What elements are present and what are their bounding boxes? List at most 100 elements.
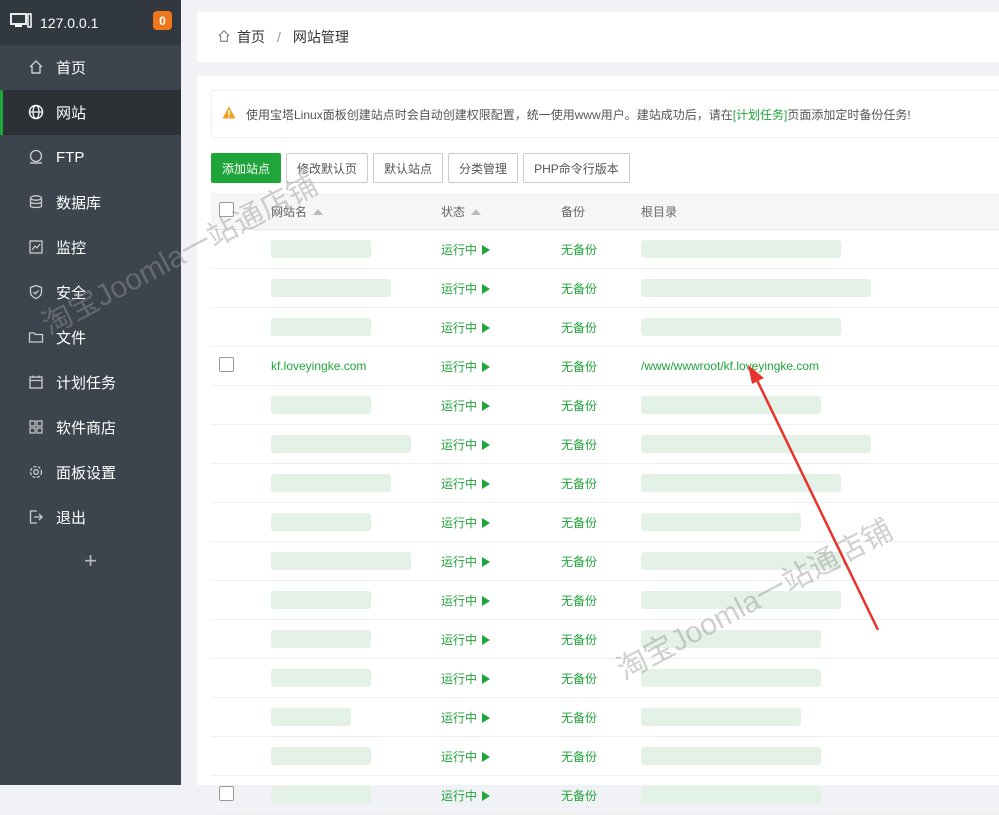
status-running[interactable]: 运行中 bbox=[441, 750, 477, 764]
sidebar-item-ftp[interactable]: FTP bbox=[0, 135, 181, 180]
home-icon bbox=[217, 29, 231, 46]
sidebar-item-monitor[interactable]: 监控 bbox=[0, 225, 181, 270]
status-running[interactable]: 运行中 bbox=[441, 633, 477, 647]
status-running[interactable]: 运行中 bbox=[441, 555, 477, 569]
redacted-root-path bbox=[641, 786, 821, 804]
table-row[interactable]: 运行中 无备份 bbox=[211, 619, 999, 659]
site-name-link[interactable]: kf.loveyingke.com bbox=[271, 359, 366, 373]
table-header: 网站名 状态 备份 根目录 bbox=[211, 193, 999, 230]
sidebar-header: 127.0.0.1 0 bbox=[0, 0, 181, 45]
table-row[interactable]: 运行中 无备份 bbox=[211, 736, 999, 776]
status-running[interactable]: 运行中 bbox=[441, 711, 477, 725]
redacted-root-path bbox=[641, 240, 841, 258]
backup-status[interactable]: 无备份 bbox=[561, 750, 597, 764]
backup-status[interactable]: 无备份 bbox=[561, 477, 597, 491]
backup-status[interactable]: 无备份 bbox=[561, 360, 597, 374]
redacted-root-path bbox=[641, 630, 821, 648]
sidebar-item-website[interactable]: 网站 bbox=[0, 90, 181, 135]
status-running[interactable]: 运行中 bbox=[441, 321, 477, 335]
status-running[interactable]: 运行中 bbox=[441, 438, 477, 452]
status-running[interactable]: 运行中 bbox=[441, 243, 477, 257]
play-icon bbox=[482, 791, 491, 802]
ftp-icon bbox=[28, 149, 46, 167]
backup-status[interactable]: 无备份 bbox=[561, 321, 597, 335]
table-row[interactable]: 运行中 无备份 bbox=[211, 385, 999, 425]
status-column-header[interactable]: 状态 bbox=[440, 193, 560, 230]
row-checkbox[interactable] bbox=[219, 786, 234, 801]
table-row[interactable]: 运行中 无备份 bbox=[211, 697, 999, 737]
table-row[interactable]: kf.loveyingke.com 运行中 无备份/www/wwwroot/kf.l… bbox=[211, 346, 999, 386]
sidebar-item-logout[interactable]: 退出 bbox=[0, 495, 181, 540]
notice-text: 使用宝塔Linux面板创建站点时会自动创建权限配置，统一使用www用户。建站成功… bbox=[246, 107, 733, 122]
backup-status[interactable]: 无备份 bbox=[561, 711, 597, 725]
play-icon bbox=[482, 401, 491, 412]
status-running[interactable]: 运行中 bbox=[441, 516, 477, 530]
warning-icon bbox=[222, 106, 236, 122]
table-row[interactable]: 运行中 无备份 bbox=[211, 463, 999, 503]
sidebar-item-home[interactable]: 首页 bbox=[0, 45, 181, 90]
sidebar-item-label: 网站 bbox=[56, 105, 87, 122]
sidebar-item-files[interactable]: 文件 bbox=[0, 315, 181, 360]
notice-bar: 使用宝塔Linux面板创建站点时会自动创建权限配置，统一使用www用户。建站成功… bbox=[211, 90, 999, 138]
status-running[interactable]: 运行中 bbox=[441, 282, 477, 296]
backup-status[interactable]: 无备份 bbox=[561, 516, 597, 530]
add-menu-button[interactable]: + bbox=[0, 548, 181, 574]
backup-status[interactable]: 无备份 bbox=[561, 282, 597, 296]
backup-status[interactable]: 无备份 bbox=[561, 672, 597, 686]
backup-status[interactable]: 无备份 bbox=[561, 555, 597, 569]
status-running[interactable]: 运行中 bbox=[441, 789, 477, 803]
table-row[interactable]: 运行中 无备份 bbox=[211, 268, 999, 308]
sidebar-item-label: 面板设置 bbox=[56, 465, 117, 482]
play-icon bbox=[482, 440, 491, 451]
play-icon bbox=[482, 752, 491, 763]
backup-status[interactable]: 无备份 bbox=[561, 594, 597, 608]
status-running[interactable]: 运行中 bbox=[441, 477, 477, 491]
folder-icon bbox=[28, 329, 46, 347]
status-running[interactable]: 运行中 bbox=[441, 399, 477, 413]
redacted-root-path bbox=[641, 669, 821, 687]
play-icon bbox=[482, 713, 491, 724]
backup-status[interactable]: 无备份 bbox=[561, 789, 597, 803]
home-icon bbox=[28, 59, 46, 77]
edit-default-page-button[interactable]: 修改默认页 bbox=[286, 153, 369, 183]
table-row[interactable]: 运行中 无备份 bbox=[211, 502, 999, 542]
row-checkbox[interactable] bbox=[219, 357, 234, 372]
name-column-header[interactable]: 网站名 bbox=[270, 193, 440, 230]
redacted-site-name bbox=[271, 669, 371, 687]
sidebar-item-database[interactable]: 数据库 bbox=[0, 180, 181, 225]
backup-status[interactable]: 无备份 bbox=[561, 399, 597, 413]
table-row[interactable]: 运行中 无备份 bbox=[211, 307, 999, 347]
sidebar: 127.0.0.1 0 首页 网站 FTP 数据库 监控 安全 文件 计划任务 … bbox=[0, 0, 181, 785]
redacted-site-name bbox=[271, 591, 371, 609]
status-running[interactable]: 运行中 bbox=[441, 672, 477, 686]
status-running[interactable]: 运行中 bbox=[441, 360, 477, 374]
table-row[interactable]: 运行中 无备份 bbox=[211, 541, 999, 581]
sidebar-item-appstore[interactable]: 软件商店 bbox=[0, 405, 181, 450]
backup-status[interactable]: 无备份 bbox=[561, 633, 597, 647]
status-running[interactable]: 运行中 bbox=[441, 594, 477, 608]
table-row[interactable]: 运行中 无备份 bbox=[211, 580, 999, 620]
notification-badge[interactable]: 0 bbox=[153, 11, 172, 30]
cron-link[interactable]: [计划任务] bbox=[733, 106, 788, 123]
table-row[interactable]: 运行中 无备份 bbox=[211, 775, 999, 815]
backup-status[interactable]: 无备份 bbox=[561, 438, 597, 452]
site-root-link[interactable]: /www/wwwroot/kf.loveyingke.com bbox=[641, 359, 819, 373]
breadcrumb-home[interactable]: 首页 bbox=[237, 27, 265, 47]
table-row[interactable]: 运行中 无备份 bbox=[211, 424, 999, 464]
category-manage-button[interactable]: 分类管理 bbox=[448, 153, 519, 183]
table-row[interactable]: 运行中 无备份 bbox=[211, 229, 999, 269]
table-row[interactable]: 运行中 无备份 bbox=[211, 658, 999, 698]
select-all-checkbox[interactable] bbox=[219, 202, 234, 217]
play-icon bbox=[482, 635, 491, 646]
default-site-button[interactable]: 默认站点 bbox=[373, 153, 444, 183]
sidebar-item-settings[interactable]: 面板设置 bbox=[0, 450, 181, 495]
backup-status[interactable]: 无备份 bbox=[561, 243, 597, 257]
main-panel: 使用宝塔Linux面板创建站点时会自动创建权限配置，统一使用www用户。建站成功… bbox=[197, 76, 999, 815]
play-icon bbox=[482, 245, 491, 256]
add-site-button[interactable]: 添加站点 bbox=[211, 153, 282, 183]
sidebar-item-security[interactable]: 安全 bbox=[0, 270, 181, 315]
site-table: 网站名 状态 备份 根目录 运行中 无备份 运行中 无备份 运行中 无备份 kf.lovey… bbox=[211, 193, 999, 815]
sidebar-item-cron[interactable]: 计划任务 bbox=[0, 360, 181, 405]
sidebar-item-label: 软件商店 bbox=[56, 420, 117, 437]
php-cli-version-button[interactable]: PHP命令行版本 bbox=[523, 153, 630, 183]
